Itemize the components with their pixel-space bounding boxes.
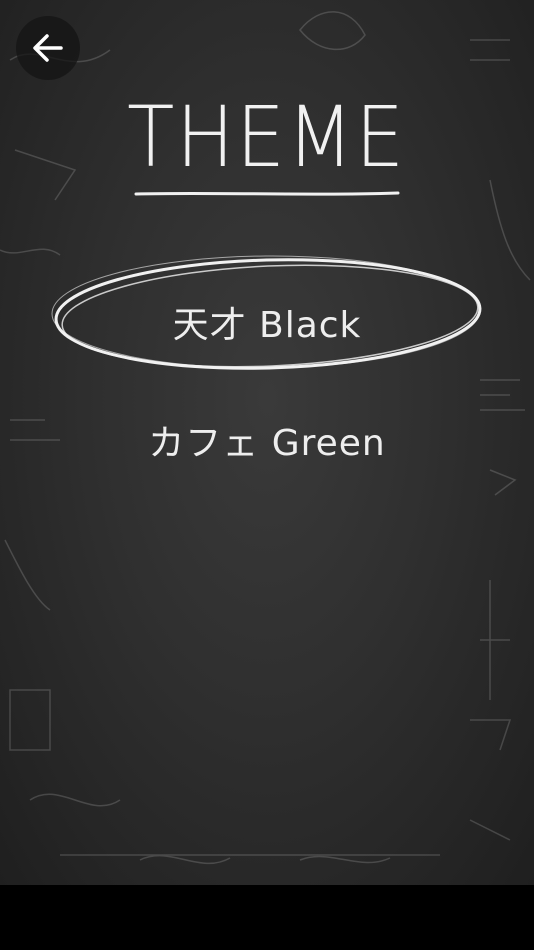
theme-option-green[interactable]: カフェ Green (0, 414, 534, 466)
page-title: THEME (127, 88, 407, 186)
theme-screen: THEME 天才 Black カフェ Green (0, 0, 534, 950)
back-button[interactable] (16, 16, 80, 80)
title-underline (134, 191, 400, 196)
page-title-wrap: THEME (0, 95, 534, 179)
chalkboard-background: THEME 天才 Black カフェ Green (0, 0, 534, 885)
system-nav-bar (0, 885, 534, 950)
theme-option-black[interactable]: 天才 Black (0, 296, 534, 348)
arrow-left-icon (33, 34, 63, 62)
